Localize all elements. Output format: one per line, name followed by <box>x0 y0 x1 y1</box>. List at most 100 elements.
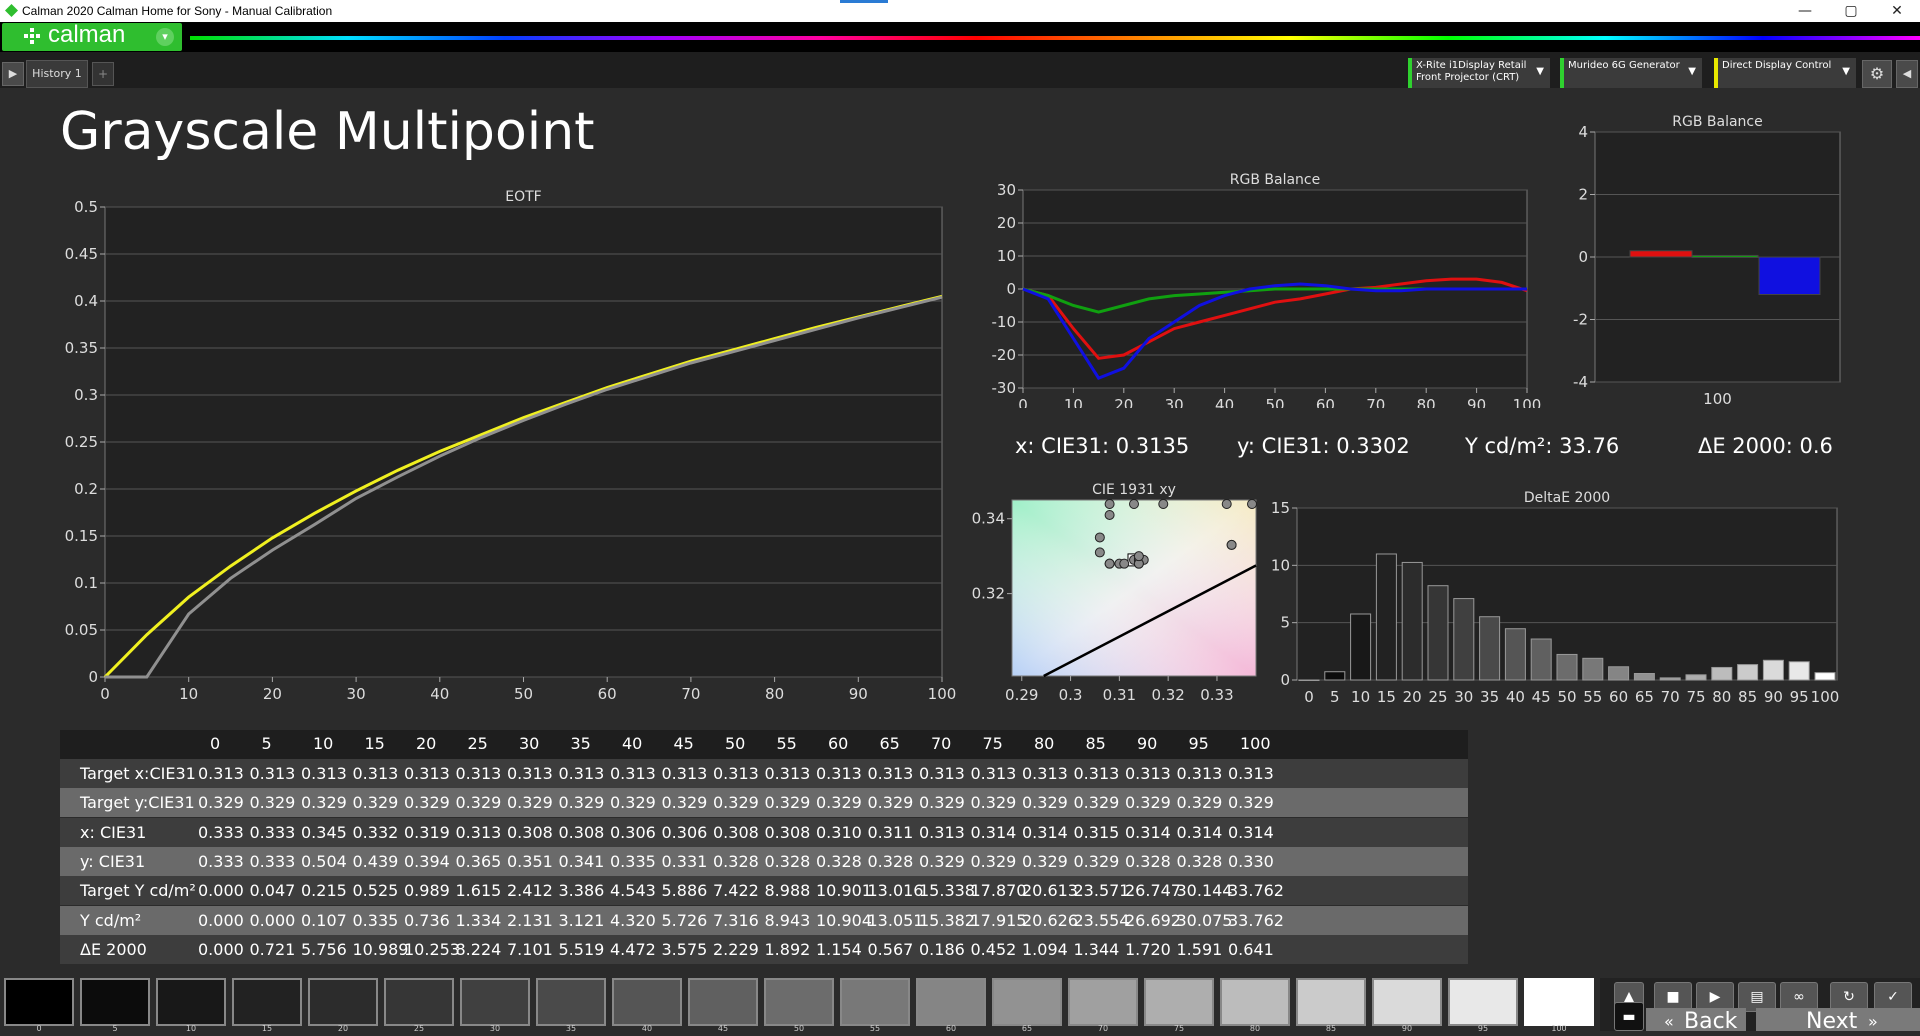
swatch-20[interactable]: 20 <box>308 978 378 1033</box>
table-cell: 0.308 <box>558 822 605 842</box>
x-tick-label: 5 <box>1330 688 1340 706</box>
x-tick-label: 90 <box>849 685 868 703</box>
table-cell: 0.641 <box>1228 939 1274 959</box>
data-point <box>1119 558 1130 569</box>
chart-title: DeltaE 2000 <box>1524 490 1610 506</box>
x-tick-label: 10 <box>1351 688 1370 706</box>
column-header: 15 <box>364 734 385 753</box>
table-cell: 0.328 <box>713 851 759 871</box>
data-point <box>1104 509 1115 520</box>
tab-history-1[interactable]: History 1 <box>26 60 88 88</box>
close-button[interactable]: ✕ <box>1874 0 1920 22</box>
chevron-down-icon: ▼ <box>1536 66 1544 77</box>
swatch-0[interactable]: 0 <box>4 978 74 1033</box>
column-header: 95 <box>1188 734 1209 753</box>
swatch-label: 40 <box>641 1024 653 1033</box>
y-tick-label: 4 <box>1578 123 1588 141</box>
table-cell: 17.870 <box>970 881 1027 901</box>
table-cell: 0.313 <box>249 764 296 783</box>
table-cell: 0.313 <box>713 764 759 783</box>
calman-app-icon <box>5 4 18 17</box>
minimize-button[interactable]: — <box>1782 0 1828 22</box>
bar <box>1633 672 1655 681</box>
swatch-45[interactable]: 45 <box>688 978 758 1033</box>
y-tick-label: 0.4 <box>74 292 98 310</box>
table-cell: 23.571 <box>1073 881 1130 901</box>
table-cell: 0.000 <box>198 881 244 901</box>
collapse-icon[interactable]: ◀ <box>1896 60 1918 88</box>
x-tick-label: 90 <box>1764 688 1783 706</box>
swatch-50[interactable]: 50 <box>764 978 834 1033</box>
table-cell: 0.306 <box>661 822 708 842</box>
table-cell: 13.016 <box>867 881 924 901</box>
chevron-down-icon[interactable]: ▾ <box>156 28 174 46</box>
swatch-100[interactable]: 100 <box>1524 978 1594 1033</box>
table-cell: 0.313 <box>455 764 502 783</box>
pattern-toggle-button[interactable]: ▬ <box>1614 1002 1644 1031</box>
display-device-selector[interactable]: Direct Display Control ▼ <box>1714 58 1856 88</box>
device-line1: Direct Display Control <box>1722 60 1832 71</box>
swatch-30[interactable]: 30 <box>460 978 530 1033</box>
readout-luminance: Y cd/m²: 33.76 <box>1465 434 1620 458</box>
add-tab-button[interactable]: + <box>92 62 114 86</box>
swatch-35[interactable]: 35 <box>536 978 606 1033</box>
table-cell: 0.313 <box>507 764 553 783</box>
swatch-60[interactable]: 60 <box>916 978 986 1033</box>
swatch-70[interactable]: 70 <box>1068 978 1138 1033</box>
table-cell: 0.313 <box>816 764 862 783</box>
y-tick-label: 0 <box>1280 671 1290 689</box>
table-cell: 10.901 <box>816 881 872 901</box>
table-cell: 3.386 <box>558 881 605 901</box>
x-tick-label: 30 <box>347 685 366 703</box>
table-cell: 5.519 <box>558 939 605 959</box>
x-tick-label: 100 <box>1513 396 1542 408</box>
calman-menu-button[interactable]: calman ▾ <box>2 21 182 51</box>
swatch-25[interactable]: 25 <box>384 978 454 1033</box>
swatch-label: 35 <box>565 1024 577 1033</box>
generator-device-selector[interactable]: Murideo 6G Generator ▼ <box>1560 58 1702 88</box>
x-tick-label: 50 <box>514 685 533 703</box>
swatch-15[interactable]: 15 <box>232 978 302 1033</box>
x-tick-label: 20 <box>1114 396 1133 408</box>
column-header: 85 <box>1085 734 1106 753</box>
x-tick-label: 40 <box>1215 396 1234 408</box>
table-cell: 0.313 <box>867 764 914 783</box>
meter-device-selector[interactable]: X-Rite i1Display Retail Front Projector … <box>1408 58 1550 88</box>
column-header: 40 <box>622 734 643 753</box>
swatch-90[interactable]: 90 <box>1372 978 1442 1033</box>
swatch-label: 65 <box>1021 1024 1033 1033</box>
column-header: 100 <box>1240 734 1271 753</box>
table-cell: 0.313 <box>1176 764 1223 783</box>
swatch-10[interactable]: 10 <box>156 978 226 1033</box>
back-button[interactable]: « Back <box>1646 1008 1746 1034</box>
bar <box>1711 666 1733 681</box>
maximize-button[interactable]: ▢ <box>1828 0 1874 22</box>
next-button[interactable]: Next » <box>1756 1008 1920 1034</box>
table-cell: 0.335 <box>610 851 656 871</box>
swatch-80[interactable]: 80 <box>1220 978 1290 1033</box>
table-cell: 0.736 <box>404 910 450 930</box>
swatch-55[interactable]: 55 <box>840 978 910 1033</box>
play-icon[interactable]: ▶ <box>2 62 24 86</box>
table-cell: 0.333 <box>198 851 244 871</box>
table-cell: 0.000 <box>198 910 244 930</box>
table-cell: 0.314 <box>970 822 1017 842</box>
swatch-95[interactable]: 95 <box>1448 978 1518 1033</box>
x-tick-label: 40 <box>430 685 449 703</box>
column-header: 10 <box>313 734 334 753</box>
x-tick-label: 80 <box>1417 396 1436 408</box>
swatch-85[interactable]: 85 <box>1296 978 1366 1033</box>
gear-icon[interactable]: ⚙ <box>1862 60 1892 88</box>
cie-overlay <box>1011 499 1257 677</box>
swatch-65[interactable]: 65 <box>992 978 1062 1033</box>
table-cell: 20.626 <box>1022 910 1078 930</box>
swatch-75[interactable]: 75 <box>1144 978 1214 1033</box>
swatch-40[interactable]: 40 <box>612 978 682 1033</box>
y-tick-label: 10 <box>1271 556 1290 574</box>
table-cell: 2.229 <box>713 939 759 959</box>
table-cell: 3.121 <box>558 910 605 930</box>
swatch-5[interactable]: 5 <box>80 978 150 1033</box>
chart-title: CIE 1931 xy <box>1092 482 1176 498</box>
swatch-label: 45 <box>717 1024 729 1033</box>
row-label: ΔE 2000 <box>80 939 147 959</box>
